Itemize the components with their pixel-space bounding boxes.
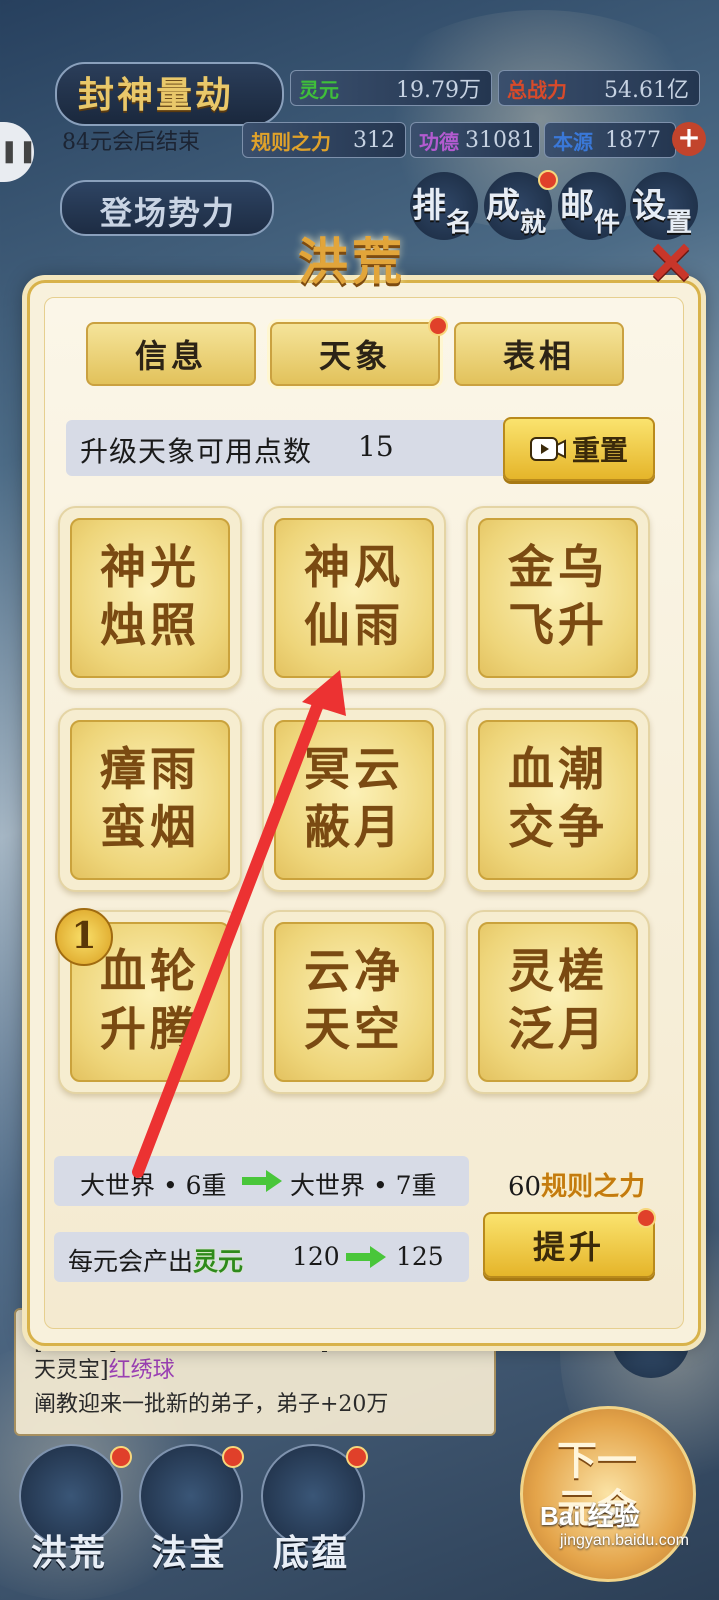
points-value: 15 [358, 430, 394, 463]
tab-celestial[interactable]: 天象 [270, 322, 440, 386]
stat-label: 总战力 [507, 77, 567, 102]
menu-label-small: 件 [594, 208, 621, 238]
top-hud: 封神量劫 84元会后结束 灵元 19.79万 总战力 54.61亿 规则之力 3… [0, 0, 719, 260]
celestial-tile[interactable]: 灵槎 泛月 [466, 910, 650, 1094]
celestial-tile[interactable]: 血潮 交争 [466, 708, 650, 892]
dialog-title: 洪荒 [298, 232, 406, 291]
output-resource: 灵元 [193, 1247, 244, 1276]
log-line: 天灵宝]红绣球 [34, 1352, 175, 1384]
stat-lingyuan: 灵元 19.79万 [290, 70, 492, 106]
log-line: 阐教迎来一批新的弟子，弟子+20万 [34, 1392, 389, 1417]
stat-origin: 本源 1877 [544, 122, 676, 158]
stat-label: 本源 [553, 129, 593, 154]
tile-face: 云净 天空 [274, 922, 434, 1082]
close-icon[interactable]: ✕ [640, 232, 702, 294]
output-to: 125 [396, 1242, 444, 1271]
stat-value: 312 [353, 127, 395, 153]
game-title: 封神量劫 [78, 74, 235, 116]
celestial-tile[interactable]: 瘴雨 蛮烟 [58, 708, 242, 892]
video-icon [529, 437, 566, 461]
nav-label: 法宝 [150, 1532, 227, 1574]
menu-label-big: 排 [412, 186, 446, 226]
tile-label: 神风 仙雨 [304, 540, 404, 652]
output-from: 120 [292, 1242, 340, 1271]
stat-value: 31081 [465, 127, 535, 153]
tile-label: 云净 天空 [304, 944, 404, 1056]
faction-button-label: 登场势力 [100, 194, 237, 232]
menu-label-big: 成 [486, 186, 520, 226]
arrow-right-icon [242, 1170, 282, 1192]
stat-total-power: 总战力 54.61亿 [498, 70, 700, 106]
menu-label-small: 名 [446, 208, 473, 238]
notification-dot [636, 1208, 656, 1228]
output-label-text: 每元会产出 [68, 1247, 194, 1276]
menu-label-big: 设 [632, 186, 666, 226]
stat-merit: 功德 31081 [410, 122, 540, 158]
cost-value: 60 [508, 1172, 542, 1202]
stat-value: 54.61亿 [604, 78, 689, 103]
baidu-watermark: Bai 经验 [540, 1501, 640, 1531]
notification-dot [110, 1446, 132, 1468]
tab-info[interactable]: 信息 [86, 322, 256, 386]
world-level-to: 大世界 • 7重 [290, 1171, 437, 1200]
stat-label: 功德 [419, 129, 459, 154]
menu-label-small: 就 [520, 208, 547, 238]
tile-label: 瘴雨 蛮烟 [100, 742, 200, 854]
tile-face: 瘴雨 蛮烟 [70, 720, 230, 880]
stat-value: 1877 [605, 127, 661, 153]
reset-button[interactable]: 重置 [503, 417, 655, 481]
reset-button-label: 重置 [571, 434, 628, 467]
cost-unit: 规则之力 [541, 1172, 646, 1202]
tile-face: 血潮 交争 [478, 720, 638, 880]
nav-label: 洪荒 [30, 1532, 107, 1574]
stat-rule-power: 规则之力 312 [242, 122, 406, 158]
notification-dot [538, 170, 558, 190]
tab-appearance[interactable]: 表相 [454, 322, 624, 386]
celestial-tile[interactable]: 云净 天空 [262, 910, 446, 1094]
tile-label: 冥云 蔽月 [304, 742, 404, 854]
watermark-url: jingyan.baidu.com [560, 1532, 689, 1549]
level-badge: 1 [55, 908, 113, 966]
faction-button[interactable]: 登场势力 [60, 180, 274, 236]
next-era-button[interactable]: 下一 元会 [520, 1406, 696, 1582]
celestial-tile[interactable]: 金乌 飞升 [466, 506, 650, 690]
mail-button[interactable]: 邮 件 [558, 172, 626, 240]
countdown-timer: 84元会后结束 [62, 130, 200, 155]
log-text: 天灵宝] [34, 1358, 109, 1383]
tile-face: 灵槎 泛月 [478, 922, 638, 1082]
stat-label: 规则之力 [251, 129, 331, 154]
world-level-from: 大世界 • 6重 [80, 1171, 227, 1200]
celestial-tile[interactable]: 神光 烛照 [58, 506, 242, 690]
arrow-right-icon [346, 1246, 386, 1268]
celestial-tile[interactable]: 神风 仙雨 [262, 506, 446, 690]
menu-label-big: 邮 [560, 186, 594, 226]
celestial-tile[interactable]: 冥云 蔽月 [262, 708, 446, 892]
tile-face: 冥云 蔽月 [274, 720, 434, 880]
tile-label: 灵槎 泛月 [508, 944, 608, 1056]
tile-label: 金乌 飞升 [508, 540, 608, 652]
points-label: 升级天象可用点数 [80, 435, 313, 468]
side-panel-toggle[interactable]: ❚❚ [0, 122, 37, 182]
output-label: 每元会产出灵元 [68, 1242, 243, 1278]
tile-face: 神风 仙雨 [274, 518, 434, 678]
tile-face: 金乌 飞升 [478, 518, 638, 678]
ranking-button[interactable]: 排 名 [410, 172, 478, 240]
tile-label: 神光 烛照 [100, 540, 200, 652]
notification-dot [346, 1446, 368, 1468]
upgrade-cost: 60规则之力 [508, 1166, 645, 1203]
tile-label: 血潮 交争 [508, 742, 608, 854]
nav-label: 底蕴 [272, 1532, 349, 1574]
notification-dot [222, 1446, 244, 1468]
stat-value: 19.79万 [396, 78, 481, 103]
upgrade-button[interactable]: 提升 [483, 1212, 655, 1278]
notification-dot [428, 316, 448, 336]
add-resource-button[interactable]: + [672, 122, 706, 156]
stat-label: 灵元 [299, 77, 339, 102]
log-highlight-item: 红绣球 [108, 1358, 175, 1383]
tile-face: 神光 烛照 [70, 518, 230, 678]
nav-honghuang[interactable]: 洪荒 [14, 1444, 124, 1574]
